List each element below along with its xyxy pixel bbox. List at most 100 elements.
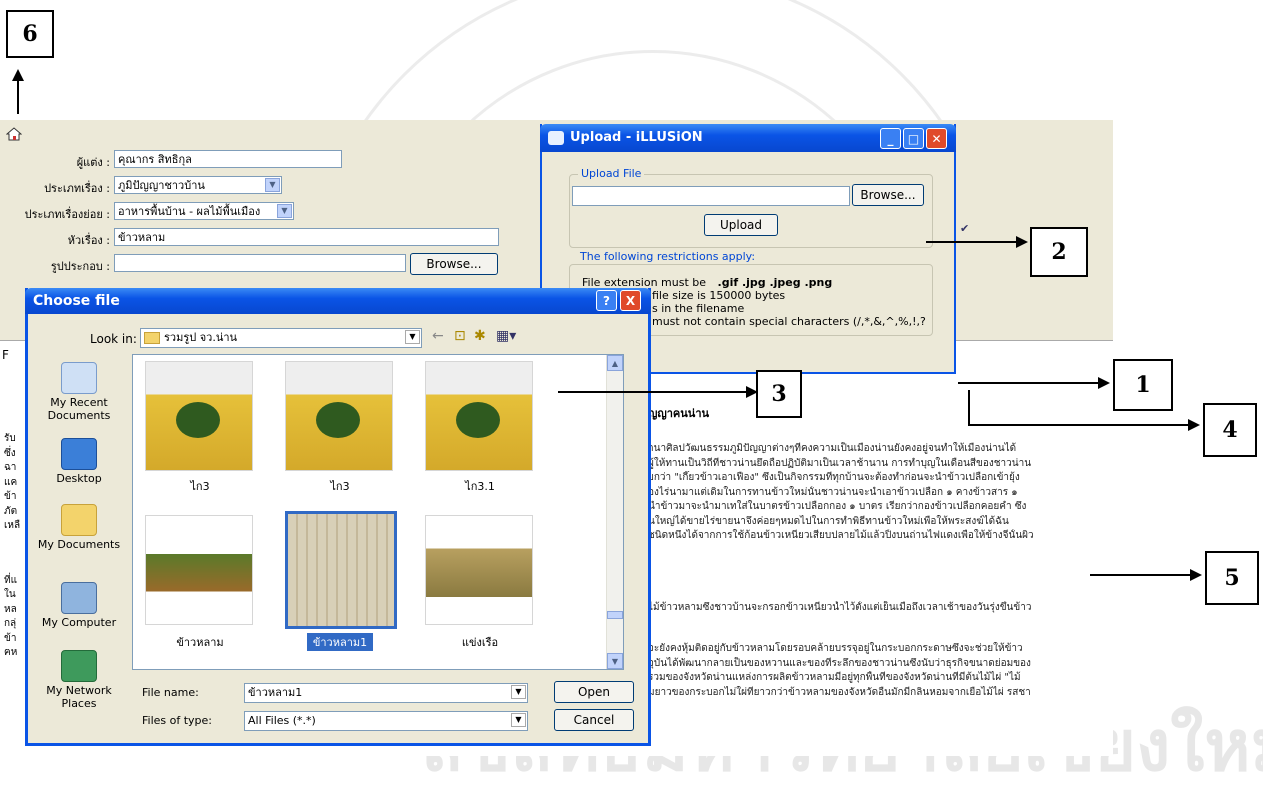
dialog-close-button[interactable]: X	[620, 290, 641, 311]
restriction-4: must not contain special characters (/,*…	[652, 315, 926, 328]
callout-5-line	[1090, 574, 1190, 576]
recent-documents-icon	[61, 362, 97, 394]
choose-file-title: Choose file	[25, 288, 651, 314]
help-button[interactable]: ?	[596, 290, 617, 311]
image-browse-button[interactable]: Browse...	[410, 253, 498, 275]
place-my-computer[interactable]: My Computer	[31, 582, 127, 629]
content-paragraph-1: านาศิลปวัฒนธรรมภูมิปัญญาต่างๆที่คงความเป…	[648, 442, 1088, 544]
place-desktop[interactable]: Desktop	[31, 438, 127, 485]
back-icon[interactable]: ←	[432, 328, 444, 344]
home-icon[interactable]	[5, 126, 23, 142]
file-thumbnail[interactable]	[285, 361, 393, 471]
file-label-selected: ข้าวหลาม1	[307, 633, 373, 651]
subcategory-value: อาหารพื้นบ้าน - ผลไม้พื้นเมือง	[118, 205, 261, 218]
choose-file-title-text: Choose file	[33, 293, 120, 309]
fragment: ซึ่ง	[4, 447, 16, 459]
network-places-icon	[61, 650, 97, 682]
chevron-down-icon[interactable]: ▼	[405, 330, 420, 344]
spellcheck-icon[interactable]: ✔	[960, 222, 980, 242]
content-paragraph-3: จะยังคงหุ้มติดอยู่กับข้าวหลามโดยรอบคล้าย…	[648, 642, 1088, 700]
callout-2-arrow	[1016, 236, 1028, 248]
file-thumbnail-selected[interactable]	[285, 511, 397, 629]
files-of-type-label: Files of type:	[142, 714, 213, 727]
place-label: My Documents	[37, 538, 121, 551]
category-value: ภูมิปัญญาชาวบ้าน	[118, 179, 205, 192]
files-of-type-select[interactable]: All Files (*.*) ▼	[244, 711, 528, 731]
image-input[interactable]	[114, 254, 406, 272]
upload-title-text: Upload - iLLUSiON	[570, 130, 703, 145]
upload-button[interactable]: Upload	[704, 214, 778, 236]
file-thumbnail[interactable]	[145, 361, 253, 471]
chevron-down-icon[interactable]: ▼	[277, 204, 292, 218]
fragment: ข้า	[4, 632, 17, 644]
upload-file-input[interactable]	[572, 186, 850, 206]
scroll-thumb[interactable]	[607, 611, 623, 619]
image-label: รูปประกอบ :	[50, 260, 110, 273]
category-select[interactable]: ภูมิปัญญาชาวบ้าน ▼	[114, 176, 282, 194]
title-input[interactable]: ข้าวหลาม	[114, 228, 499, 246]
file-label: ไก3.1	[465, 480, 495, 493]
fragment: ข้า	[4, 491, 17, 502]
callout-3: 3	[756, 370, 802, 418]
place-network[interactable]: My Network Places	[31, 650, 127, 710]
callout-6-line	[17, 80, 19, 114]
fragment: รับ	[4, 433, 16, 444]
callout-4-line-h	[968, 424, 1188, 426]
up-folder-icon[interactable]: ⊡	[454, 328, 466, 344]
close-button[interactable]: ✕	[926, 128, 947, 149]
content-heading: ญญาคนน่าน	[648, 407, 710, 420]
file-thumbnail[interactable]	[425, 515, 533, 625]
content-line: ยกว่า "เกี๊ยวข้าวเอาเฟือง" ซึ่งเป็นกิจกร…	[648, 472, 1020, 483]
file-list-scrollbar[interactable]: ▲ ▼	[606, 355, 623, 669]
view-menu-icon[interactable]: ▦▾	[496, 328, 516, 344]
file-thumbnail[interactable]	[425, 361, 533, 471]
window-icon	[548, 131, 564, 145]
subcategory-label: ประเภทเรื่องย่อย :	[24, 208, 110, 221]
scroll-down-icon[interactable]: ▼	[607, 653, 623, 669]
subcategory-select[interactable]: อาหารพื้นบ้าน - ผลไม้พื้นเมือง ▼	[114, 202, 294, 220]
new-folder-icon[interactable]: ✱	[474, 328, 486, 344]
fragment: ใน	[4, 589, 16, 600]
tab-fragment: F	[2, 348, 9, 362]
scroll-up-icon[interactable]: ▲	[607, 355, 623, 371]
desktop-icon	[61, 438, 97, 470]
place-my-documents[interactable]: My Documents	[31, 504, 127, 551]
maximize-button[interactable]: □	[903, 128, 924, 149]
title-label: หัวเรื่อง :	[67, 234, 110, 247]
photo-content	[316, 402, 360, 438]
callout-1: 1	[1113, 359, 1173, 411]
folder-icon	[144, 332, 160, 344]
callout-6-arrow	[12, 69, 24, 81]
content-line: ชนิดหนึ่งได้จากการใช้ก้อนข้าวเหนียวเสียบ…	[648, 530, 1034, 541]
fragment: ฅห	[4, 647, 18, 658]
content-line: นำข้าวมาจะนำมาเทใส่ในบาตรข้าวเปลือกกอง ๑…	[648, 501, 1027, 512]
my-computer-icon	[61, 582, 97, 614]
file-label: แข่งเรือ	[461, 636, 499, 649]
chevron-down-icon[interactable]: ▼	[511, 685, 526, 699]
fragment: ที่แ	[4, 574, 18, 586]
place-recent[interactable]: My Recent Documents	[31, 362, 127, 422]
fragment: หล	[4, 603, 17, 615]
file-label: ไก3	[190, 480, 210, 493]
content-line: องไร่นามาแต่เดิมในการทานข้าวใหม่นั้นชาวน…	[648, 486, 1018, 498]
content-line: มยาวของกระบอกไม่ใผ่ที่ยาวกว่าข้าวหลามของ…	[648, 686, 1031, 698]
restriction-3: s in the filename	[652, 302, 745, 315]
open-button[interactable]: Open	[554, 681, 634, 703]
author-input[interactable]: คุณากร สิทธิกุล	[114, 150, 342, 168]
content-line: ผู้ให้ทานเป็นวิถีที่ชาวน่านยึดถือปฏิบัติ…	[648, 457, 1032, 469]
upload-browse-button[interactable]: Browse...	[852, 184, 924, 206]
look-in-select[interactable]: รวมรูป จว.น่าน ▼	[140, 328, 422, 348]
chevron-down-icon[interactable]: ▼	[265, 178, 280, 192]
upload-file-label: Upload File	[578, 167, 645, 180]
chevron-down-icon[interactable]: ▼	[511, 713, 526, 727]
restrictions-heading: The following restrictions apply:	[580, 250, 756, 263]
file-name-input[interactable]: ข้าวหลาม1 ▼	[244, 683, 528, 703]
cancel-button[interactable]: Cancel	[554, 709, 634, 731]
minimize-button[interactable]: _	[880, 128, 901, 149]
allowed-extensions: .gif .jpg .jpeg .png	[717, 276, 833, 289]
file-thumbnail[interactable]	[145, 515, 253, 625]
place-label: Desktop	[56, 472, 102, 485]
my-documents-icon	[61, 504, 97, 536]
look-in-value: รวมรูป จว.น่าน	[164, 331, 238, 344]
file-label: ข้าวหลาม	[176, 636, 224, 649]
